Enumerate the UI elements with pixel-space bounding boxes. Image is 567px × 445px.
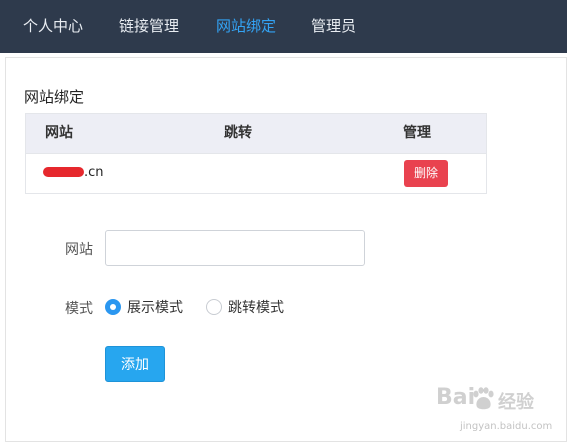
paw-icon: [473, 387, 494, 410]
column-header-redirect: 跳转: [224, 125, 252, 141]
column-header-site: 网站: [45, 125, 73, 141]
watermark-brand-right: 经验: [498, 392, 534, 413]
radio-label-redirect-mode[interactable]: 跳转模式: [228, 297, 284, 317]
nav-item-site-binding[interactable]: 网站绑定: [216, 0, 276, 53]
delete-button[interactable]: 删除: [404, 160, 448, 187]
site-table: 网站 跳转 管理 .cn 删除: [25, 113, 487, 194]
site-input[interactable]: [105, 230, 365, 266]
radio-redirect-mode[interactable]: [206, 299, 222, 315]
watermark-url: jingyan.baidu.com: [460, 421, 553, 432]
table-header: 网站 跳转 管理: [26, 114, 486, 154]
site-field-label: 网站: [65, 242, 93, 258]
baidu-jingyan-watermark: Bai 经验 jingyan.baidu.com: [436, 385, 556, 441]
radio-display-mode[interactable]: [105, 299, 121, 315]
site-domain-suffix: .cn: [84, 165, 104, 180]
nav-item-personal-center[interactable]: 个人中心: [23, 0, 83, 53]
top-nav: 个人中心 链接管理 网站绑定 管理员: [0, 0, 567, 53]
mode-field-label: 模式: [65, 301, 93, 317]
redacted-site-name: [43, 167, 84, 177]
nav-item-admin[interactable]: 管理员: [311, 0, 356, 53]
add-button[interactable]: 添加: [105, 346, 165, 382]
panel-title: 网站绑定: [24, 88, 85, 106]
column-header-manage: 管理: [403, 125, 431, 141]
radio-label-display-mode[interactable]: 展示模式: [127, 297, 183, 317]
nav-item-link-management[interactable]: 链接管理: [119, 0, 179, 53]
